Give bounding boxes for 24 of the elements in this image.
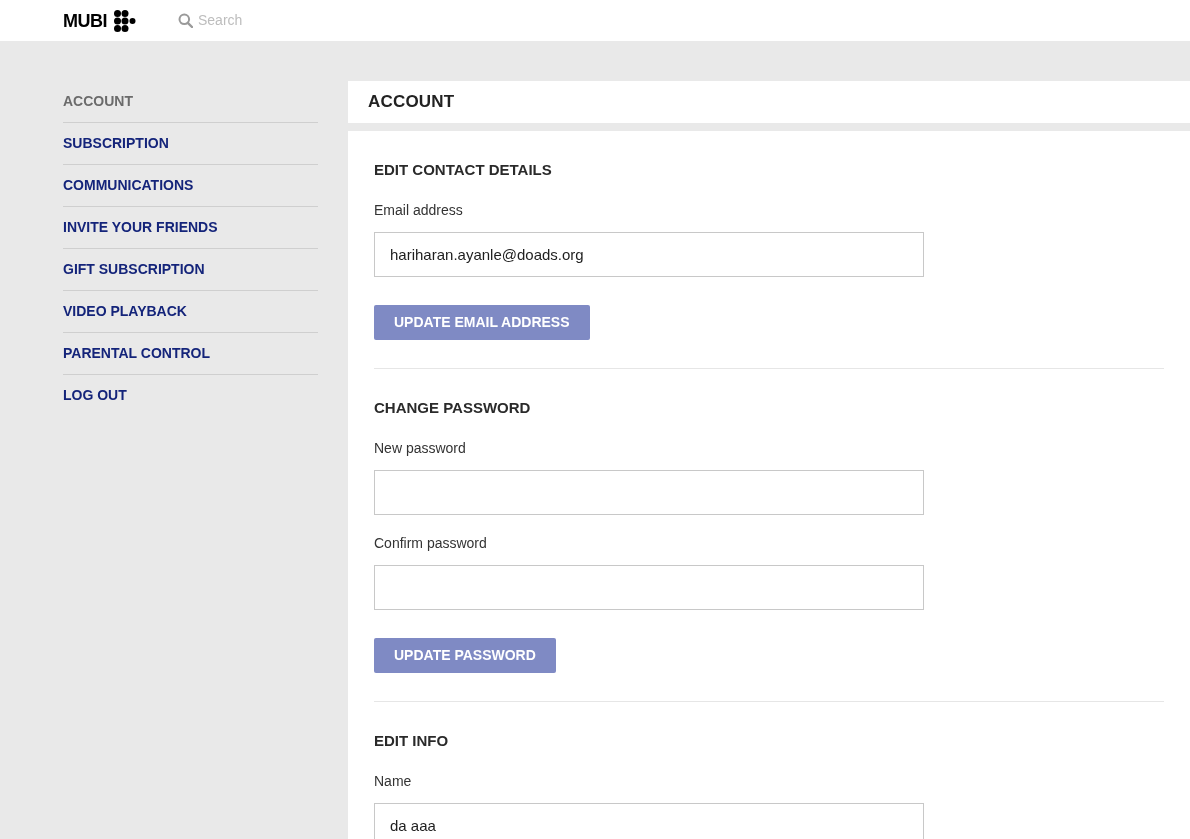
sidebar-item[interactable]: PARENTAL CONTROL [63, 333, 318, 374]
sidebar-item[interactable]: GIFT SUBSCRIPTION [63, 249, 318, 290]
sidebar-item[interactable]: SUBSCRIPTION [63, 123, 318, 164]
logo-dots-icon [114, 9, 136, 32]
page-title: ACCOUNT [368, 91, 455, 114]
input-field[interactable]: hariharan.ayanle@doads.org [374, 232, 924, 277]
section-title: EDIT INFO [374, 731, 450, 751]
field-label: Confirm password [374, 534, 488, 553]
sidebar-item[interactable]: INVITE YOUR FRIENDS [63, 207, 318, 248]
search-icon [178, 13, 193, 28]
input-field[interactable]: da aaa [374, 803, 924, 839]
field-label: New password [374, 439, 467, 458]
logo-wordmark[interactable]: MUBI [63, 11, 107, 30]
search-field[interactable]: Search [198, 10, 358, 31]
input-field[interactable] [374, 470, 924, 515]
sidebar-item[interactable]: ACCOUNT [63, 81, 318, 122]
field-label: Name [374, 772, 413, 791]
sidebar-item[interactable]: COMMUNICATIONS [63, 165, 318, 206]
input-field[interactable] [374, 565, 924, 610]
section-title: CHANGE PASSWORD [374, 398, 532, 418]
field-label: Email address [374, 201, 464, 220]
section-title: EDIT CONTACT DETAILS [374, 160, 553, 180]
sidebar-item[interactable]: LOG OUT [63, 375, 318, 416]
sidebar-item[interactable]: VIDEO PLAYBACK [63, 291, 318, 332]
